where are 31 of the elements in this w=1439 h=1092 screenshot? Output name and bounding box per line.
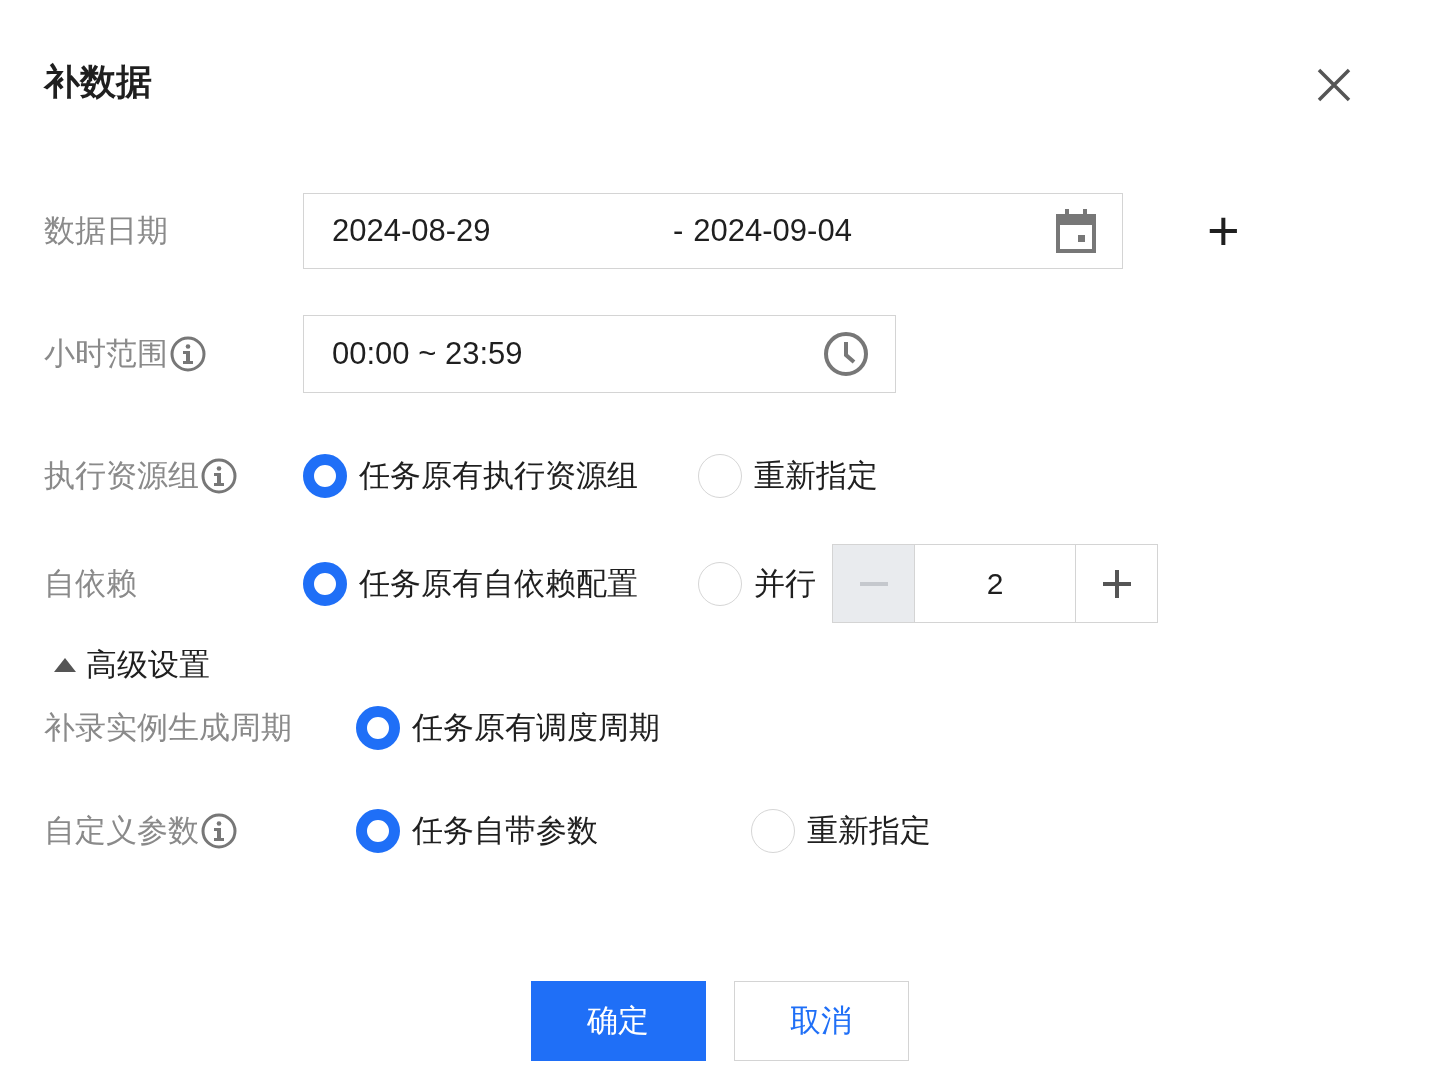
cancel-button[interactable]: 取消 [733,981,909,1061]
field-label: 执行资源组 [44,457,199,495]
radio-label[interactable]: 重新指定 [754,455,878,497]
radio-button[interactable] [356,706,400,750]
field-label: 数据日期 [44,212,168,250]
clock-icon [823,331,869,377]
date-range-field[interactable]: 2024-08-29 - 2024-09-04 [303,193,1123,269]
radio-button[interactable] [303,561,347,606]
add-button[interactable]: + [1207,203,1240,259]
radio-label[interactable]: 任务自带参数 [412,810,598,852]
radio-label[interactable]: 任务原有执行资源组 [359,455,638,497]
radio-label[interactable]: 任务原有调度周期 [412,707,660,749]
plus-icon [1102,569,1131,598]
number-stepper[interactable]: 2 [832,544,1158,623]
field-label: 自依赖 [44,564,137,603]
radio-label[interactable]: 并行 [754,562,816,605]
close-icon[interactable] [1317,68,1351,102]
field-label: 小时范围 [44,335,168,373]
dialog-title: 补数据 [44,60,152,104]
advanced-settings-toggle[interactable]: 高级设置 [86,644,210,686]
confirm-button[interactable]: 确定 [530,981,706,1061]
minus-icon [859,581,888,586]
field-label: 补录实例生成周期 [44,709,292,747]
radio-label[interactable]: 任务原有自依赖配置 [359,562,638,605]
collapse-triangle-icon[interactable] [54,658,76,672]
calendar-icon [1056,209,1096,253]
field-label: 自定义参数 [44,812,199,850]
time-range-field[interactable]: 00:00 ~ 23:59 [303,315,896,393]
radio-label[interactable]: 重新指定 [807,810,931,852]
radio-button[interactable] [303,454,347,498]
radio-button[interactable] [356,809,400,853]
